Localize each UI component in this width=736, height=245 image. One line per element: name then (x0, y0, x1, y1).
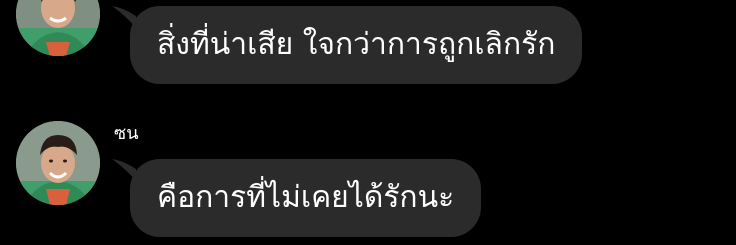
message-text: สิ่งที่น่าเสีย ใจกว่าการถูกเลิกรัก (157, 27, 556, 62)
sender-name: ซน (114, 123, 139, 144)
chat-thread: สิ่งที่น่าเสีย ใจกว่าการถูกเลิกรัก ซน คื… (0, 0, 736, 245)
sender-avatar[interactable] (16, 0, 100, 56)
message-bubble[interactable]: สิ่งที่น่าเสีย ใจกว่าการถูกเลิกรัก (130, 6, 583, 84)
avatar-photo-icon (16, 0, 100, 56)
message-text: คือการที่ไม่เคยได้รักนะ (157, 180, 455, 215)
avatar-photo-icon (16, 121, 100, 205)
sender-avatar[interactable] (16, 121, 100, 205)
message-bubble[interactable]: คือการที่ไม่เคยได้รักนะ (130, 159, 482, 237)
